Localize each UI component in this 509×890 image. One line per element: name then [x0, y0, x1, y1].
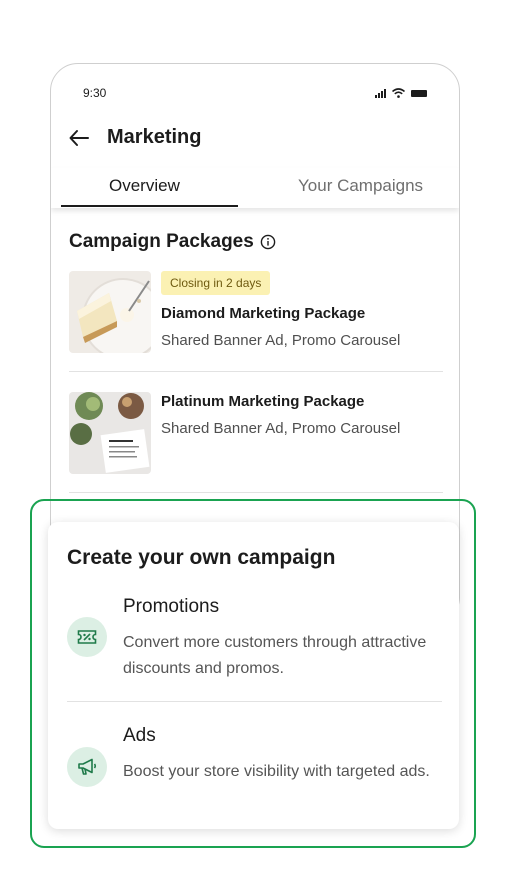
option-title: Promotions: [123, 596, 220, 617]
status-time: 9:30: [83, 86, 107, 100]
package-item-diamond[interactable]: Closing in 2 days Diamond Marketing Pack…: [69, 271, 443, 353]
divider: [69, 492, 443, 493]
divider: [69, 371, 443, 372]
wifi-icon: [392, 88, 405, 98]
cheesecake-image: [69, 271, 151, 353]
divider: [67, 701, 442, 702]
active-tab-indicator: [61, 205, 238, 207]
create-campaign-card: Create your own campaign Promotions Conv…: [48, 522, 459, 829]
package-description: Shared Banner Ad, Promo Carousel: [161, 420, 401, 437]
status-bar: 9:30: [51, 64, 459, 122]
option-promotions[interactable]: Promotions Convert more customers throug…: [48, 596, 459, 686]
campaign-packages-heading: Campaign Packages: [69, 231, 276, 253]
option-description: Convert more customers through attractiv…: [123, 634, 427, 677]
page-title: Marketing: [107, 126, 202, 148]
package-name: Diamond Marketing Package: [161, 305, 366, 322]
package-name: Platinum Marketing Package: [161, 393, 365, 410]
tab-bar: Overview Your Campaigns: [51, 168, 459, 208]
option-title: Ads: [123, 725, 156, 746]
card-title: Create your own campaign: [67, 546, 336, 569]
megaphone-icon: [67, 747, 107, 787]
salad-menu-image: [69, 392, 151, 474]
battery-icon: [411, 90, 427, 97]
app-bar: Marketing: [51, 122, 459, 158]
closing-soon-badge: Closing in 2 days: [161, 271, 271, 295]
section-title-text: Campaign Packages: [69, 231, 254, 252]
status-icons: [375, 88, 427, 98]
tab-your-campaigns[interactable]: Your Campaigns: [298, 176, 423, 196]
package-description: Shared Banner Ad, Promo Carousel: [161, 332, 401, 349]
back-arrow-icon[interactable]: [67, 126, 91, 150]
tab-overview[interactable]: Overview: [109, 176, 180, 196]
percent-ticket-icon: [67, 617, 107, 657]
package-item-platinum[interactable]: Platinum Marketing Package Shared Banner…: [69, 392, 443, 474]
signal-icon: [375, 89, 386, 98]
option-ads[interactable]: Ads Boost your store visibility with tar…: [48, 725, 459, 815]
option-description: Boost your store visibility with targete…: [123, 763, 430, 780]
info-icon[interactable]: [260, 234, 276, 250]
